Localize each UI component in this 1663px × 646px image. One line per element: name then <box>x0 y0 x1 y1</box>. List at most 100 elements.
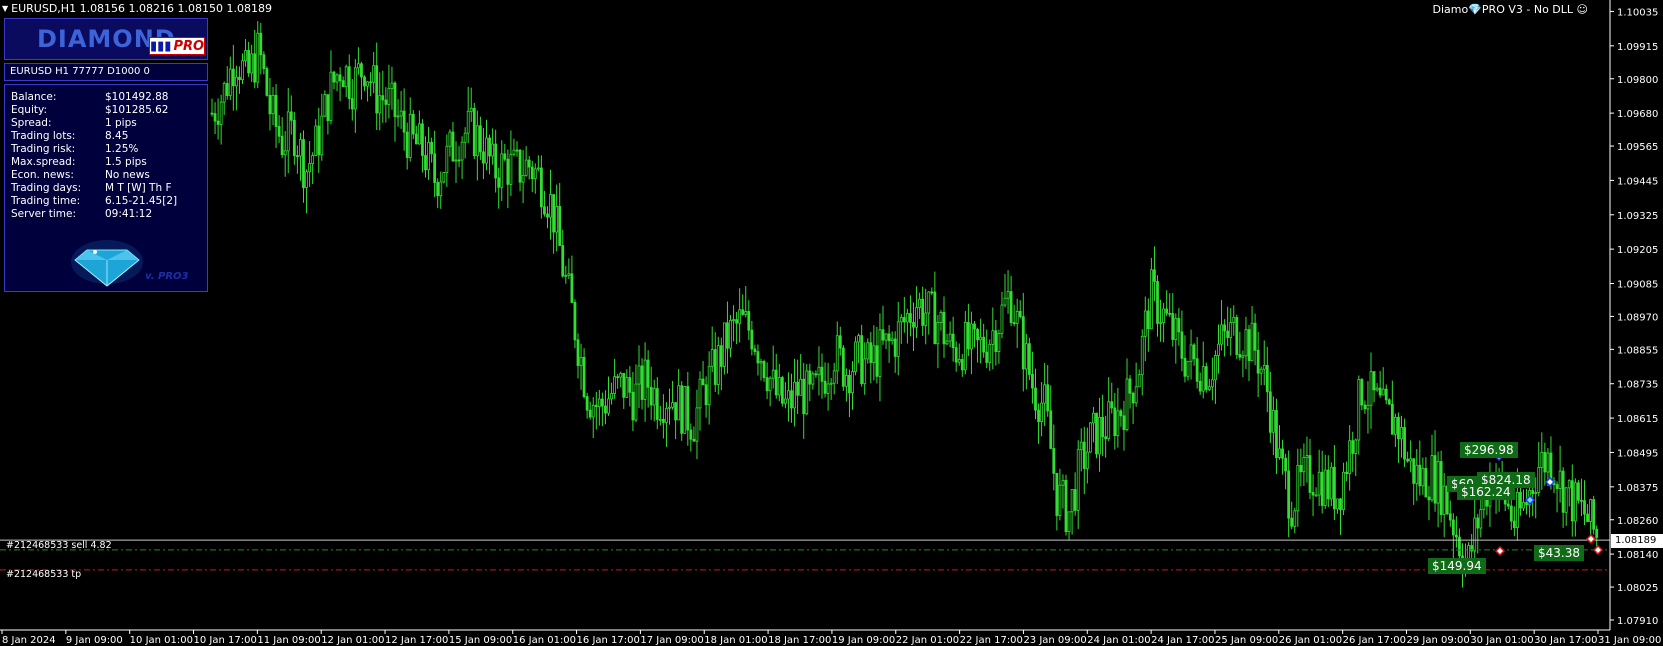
candle-body <box>1302 457 1306 473</box>
candle-body <box>518 149 522 183</box>
candle-body <box>1159 322 1162 324</box>
candle-body <box>976 328 979 341</box>
time-tick-label: 22 Jan 17:00 <box>960 635 1023 646</box>
candle-body <box>1366 404 1370 410</box>
candle-body <box>762 361 766 378</box>
candle-body <box>289 111 293 121</box>
time-tick-label: 30 Jan 01:00 <box>1470 635 1533 646</box>
candle-body <box>1326 469 1330 500</box>
trade-marker-icon <box>1585 533 1597 545</box>
price-tick-label: 1.09325 <box>1617 211 1658 222</box>
candle-body <box>1314 494 1318 497</box>
candle-body <box>1015 310 1019 324</box>
price-tick-label: 1.08495 <box>1617 448 1658 459</box>
candle-body <box>540 167 543 208</box>
candle-body <box>1296 465 1300 512</box>
time-tick-label: 25 Jan 09:00 <box>1215 635 1278 646</box>
candle-body <box>701 378 705 386</box>
candle-body <box>1085 451 1089 469</box>
candle-body <box>604 405 607 414</box>
candle-body <box>314 125 318 156</box>
candle-body <box>1323 469 1327 506</box>
candle-body <box>497 177 501 188</box>
candle-body <box>280 135 284 156</box>
info-value: M T [W] Th F <box>105 182 172 194</box>
candle-body <box>558 206 562 246</box>
tp-order-label[interactable]: #212468533 tp <box>6 569 81 580</box>
candle-body <box>228 68 232 96</box>
info-row: Econ. news: No news <box>11 169 150 182</box>
candle-body <box>893 338 897 357</box>
candle-body <box>628 377 632 393</box>
chart-title[interactable]: ▼ EURUSD,H1 1.08156 1.08216 1.08150 1.08… <box>2 2 272 15</box>
candle-body <box>994 330 998 352</box>
dropdown-arrow-icon[interactable]: ▼ <box>2 4 8 13</box>
candle-body <box>262 54 266 70</box>
candle-body <box>625 377 629 398</box>
candle-body <box>1146 310 1150 330</box>
price-tick-label: 1.08855 <box>1617 345 1658 356</box>
candle-body <box>283 150 287 156</box>
time-tick-label: 31 Jan 09:00 <box>1598 635 1661 646</box>
candle-body <box>320 115 324 156</box>
price-tick-label: 1.09915 <box>1617 42 1658 53</box>
candle-body <box>1082 441 1086 469</box>
sell-order-label[interactable]: #212468533 sell 4.82 <box>6 540 112 551</box>
candle-body <box>744 311 748 315</box>
candle-body <box>1439 461 1443 515</box>
candle-body <box>637 365 641 385</box>
candle-body <box>726 322 729 349</box>
candle-body <box>1220 324 1223 345</box>
expert-advisor-label[interactable]: Diamo💎PRO V3 - No DLL ☺ <box>1433 3 1589 16</box>
time-tick-label: 12 Jan 17:00 <box>385 635 448 646</box>
smiley-icon: ☺ <box>1576 3 1588 16</box>
time-tick-label: 29 Jan 09:00 <box>1406 635 1469 646</box>
candle-body <box>945 340 949 345</box>
candle-body <box>1253 322 1257 351</box>
candle-body <box>408 113 412 158</box>
price-tick-label: 1.08735 <box>1617 380 1658 391</box>
candle-body <box>1171 313 1175 340</box>
price-tick-label: 1.09680 <box>1617 109 1658 120</box>
candle-body <box>756 351 760 364</box>
candle-body <box>1448 513 1452 521</box>
candle-body <box>445 145 449 174</box>
candle-body <box>738 309 742 324</box>
info-row: Trading time: 6.15-21.45[2] <box>11 195 177 208</box>
candle-body <box>607 398 610 414</box>
candle-body <box>399 110 403 117</box>
candle-body <box>991 330 995 345</box>
price-tick-label: 1.08140 <box>1617 550 1658 561</box>
price-tick-label: 1.09800 <box>1617 75 1658 86</box>
candle-body <box>338 74 342 82</box>
candle-body <box>875 345 879 377</box>
price-chart[interactable]: 1.10035 1.09915 1.09800 1.09680 1.09565 1.094… <box>0 0 1663 646</box>
candle-body <box>396 115 400 118</box>
candle-body <box>988 343 992 363</box>
time-tick-label: 22 Jan 01:00 <box>896 635 959 646</box>
candle-body <box>1354 439 1358 454</box>
price-tick-label: 1.09205 <box>1617 245 1658 256</box>
symbol-info: EURUSD H1 77777 D1000 0 <box>4 63 208 81</box>
candle-body <box>1415 464 1419 484</box>
candle-body <box>582 356 586 397</box>
time-tick-label: 18 Jan 17:00 <box>768 635 831 646</box>
candle-body <box>241 60 244 81</box>
profit-tag: $296.98 <box>1460 442 1518 458</box>
candle-body <box>1073 489 1077 511</box>
candle-body <box>689 429 693 440</box>
candle-body <box>555 206 559 233</box>
candle-body <box>671 402 674 408</box>
candle-body <box>317 125 321 156</box>
candle-body <box>1473 517 1477 552</box>
candle-body <box>344 66 348 88</box>
candle-body <box>1195 358 1199 382</box>
ea-logo: DIAMOND ▮▮▮ PRO <box>4 18 208 60</box>
candle-body <box>1113 407 1117 437</box>
candle-body <box>222 83 226 103</box>
candle-body <box>561 245 565 277</box>
candle-body <box>1329 466 1333 500</box>
time-tick-label: 24 Jan 01:00 <box>1087 635 1150 646</box>
time-tick-label: 12 Jan 01:00 <box>321 635 384 646</box>
candle-body <box>1174 318 1178 340</box>
